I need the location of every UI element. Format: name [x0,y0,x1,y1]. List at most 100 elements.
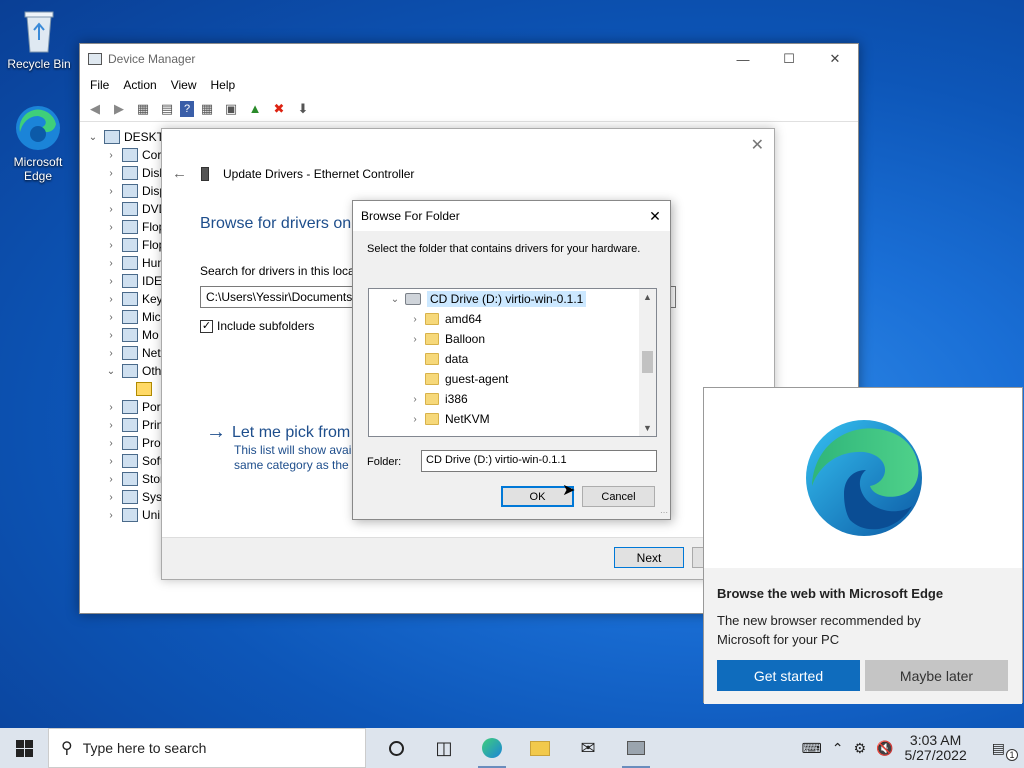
start-button[interactable] [0,728,48,768]
next-button[interactable]: Next [614,547,684,568]
device-category-item[interactable]: › Disk [104,164,167,182]
chevron-right-icon[interactable]: › [104,222,118,233]
chevron-right-icon[interactable]: › [104,240,118,251]
pick-from-list-link[interactable]: → Let me pick from [206,421,350,444]
device-category-item[interactable]: › Flop [104,236,167,254]
get-started-button[interactable]: Get started [717,660,860,691]
menu-action[interactable]: Action [116,78,163,92]
folder-node-i386[interactable]: › i386 [407,389,467,409]
menu-view[interactable]: View [164,78,204,92]
volume-muted-icon[interactable]: 🔇 [871,740,898,757]
chevron-right-icon[interactable]: › [104,420,118,431]
keyboard-icon[interactable]: ⌨ [797,740,827,757]
notification-center-button[interactable]: ▤ 1 [973,740,1024,761]
chevron-right-icon[interactable]: › [407,394,423,405]
uninstall-icon[interactable]: ✖ [268,99,290,119]
disable-icon[interactable]: ⬇ [292,99,314,119]
help-icon[interactable]: ? [180,100,194,117]
include-subfolders-option[interactable]: ✓ Include subfolders [200,319,314,333]
include-subfolders-checkbox[interactable]: ✓ [200,319,213,333]
folder-node-guest-agent[interactable]: guest-agent [407,369,508,389]
device-category-item[interactable]: › Stor [104,470,167,488]
folder-node-netkvm[interactable]: › NetKVM [407,409,489,429]
folder-tree-scrollbar[interactable]: ▲ ▼ [639,289,656,436]
chevron-right-icon[interactable]: › [407,334,423,345]
device-manager-titlebar[interactable]: Device Manager — ☐ ✕ [80,44,858,74]
chevron-right-icon[interactable]: › [407,314,423,325]
menu-file[interactable]: File [83,78,116,92]
chevron-right-icon[interactable]: › [104,348,118,359]
device-category-item[interactable] [104,380,167,398]
recycle-bin-desktop-icon[interactable]: Recycle Bin [1,8,77,71]
maybe-later-button[interactable]: Maybe later [865,660,1008,691]
update-driver-icon[interactable]: ▲ [244,99,266,119]
folder-node-data[interactable]: data [407,349,468,369]
device-category-item[interactable]: › Net [104,344,167,362]
list-icon[interactable]: ▤ [156,99,178,119]
task-view-button[interactable]: ◫ [420,728,468,768]
device-category-item[interactable]: › Prin [104,416,167,434]
file-explorer-button[interactable] [516,728,564,768]
device-category-item[interactable]: › Flop [104,218,167,236]
device-category-item[interactable]: › Pro [104,434,167,452]
edge-desktop-icon[interactable]: Microsoft Edge [0,104,76,183]
browse-close-icon[interactable]: ✕ [640,201,670,231]
network-icon[interactable]: ⚙ [848,740,871,757]
resize-grip-icon[interactable]: ⋯ [660,508,668,517]
device-category-item[interactable]: › Disp [104,182,167,200]
scroll-down-icon[interactable]: ▼ [639,420,656,436]
folder-input[interactable]: CD Drive (D:) virtio-win-0.1.1 [421,450,657,472]
chevron-right-icon[interactable]: › [104,150,118,161]
close-button[interactable]: ✕ [812,44,858,74]
wizard-close-icon[interactable]: ✕ [751,135,764,155]
chevron-right-icon[interactable]: › [104,474,118,485]
scan-hardware-icon[interactable]: ▣ [220,99,242,119]
folder-node-balloon[interactable]: › Balloon [407,329,485,349]
properties-icon[interactable]: ▦ [132,99,154,119]
chevron-right-icon[interactable]: › [104,456,118,467]
folder-node-amd64[interactable]: › amd64 [407,309,481,329]
device-category-item[interactable]: › Uni [104,506,167,524]
cortana-button[interactable] [372,728,420,768]
chevron-right-icon[interactable]: › [104,330,118,341]
device-category-item[interactable]: › Mic [104,308,167,326]
device-category-item[interactable]: › Key [104,290,167,308]
maximize-button[interactable]: ☐ [766,44,812,74]
back-icon[interactable]: ◀ [84,99,106,119]
scroll-thumb[interactable] [642,351,653,373]
device-category-item[interactable]: › Por [104,398,167,416]
mail-button[interactable]: ✉ [564,728,612,768]
scroll-up-icon[interactable]: ▲ [639,289,656,305]
drive-node[interactable]: ⌄ CD Drive (D:) virtio-win-0.1.1 [387,289,587,309]
folder-tree[interactable]: ⌄ CD Drive (D:) virtio-win-0.1.1 › amd64… [368,288,657,437]
chevron-down-icon[interactable]: ⌄ [86,132,100,143]
chevron-right-icon[interactable]: › [104,168,118,179]
chevron-right-icon[interactable]: › [104,204,118,215]
clock[interactable]: 3:03 AM 5/27/2022 [898,733,972,763]
menu-help[interactable]: Help [204,78,243,92]
chevron-right-icon[interactable]: › [104,294,118,305]
chevron-right-icon[interactable]: › [104,186,118,197]
device-manager-taskbar-button[interactable] [612,728,660,768]
chevron-down-icon[interactable]: ⌄ [387,294,403,305]
chevron-right-icon[interactable]: › [407,414,423,425]
device-category-item[interactable]: › Mo [104,326,167,344]
minimize-button[interactable]: — [720,44,766,74]
back-arrow-icon[interactable]: ← [172,165,187,182]
device-category-item[interactable]: › DVD [104,200,167,218]
chevron-right-icon[interactable]: › [104,438,118,449]
device-category-item[interactable]: › Soft [104,452,167,470]
chevron-right-icon[interactable]: › [104,276,118,287]
view-icon[interactable]: ▦ [196,99,218,119]
taskbar-edge-button[interactable] [468,728,516,768]
chevron-right-icon[interactable]: › [104,402,118,413]
chevron-down-icon[interactable]: ⌄ [104,366,118,377]
device-category-item[interactable]: › Syst [104,488,167,506]
chevron-right-icon[interactable]: › [104,492,118,503]
device-category-item[interactable]: ⌄ Oth [104,362,167,380]
chevron-right-icon[interactable]: › [104,312,118,323]
chevron-up-icon[interactable]: ⌃ [827,740,849,757]
device-category-item[interactable]: › Hum [104,254,167,272]
chevron-right-icon[interactable]: › [104,258,118,269]
chevron-right-icon[interactable]: › [104,510,118,521]
